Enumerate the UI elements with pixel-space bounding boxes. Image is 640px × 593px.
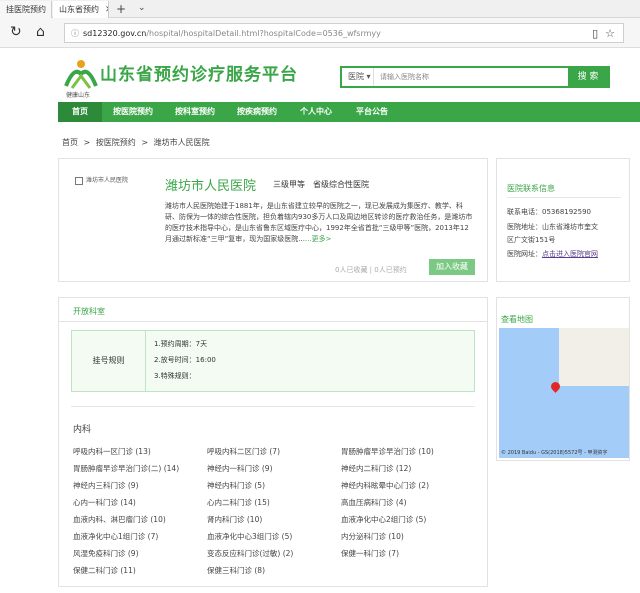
hospital-description: 潍坊市人民医院始建于1881年，是山东省建立较早的医院之一，现已发展成为集医疗、… [165, 202, 473, 243]
hospital-thumbnail: 潍坊市人民医院 [75, 175, 145, 187]
more-link[interactable]: ...更多> [305, 235, 332, 243]
website-link[interactable]: 点击进入医院官网 [542, 250, 598, 258]
departments-panel: 开放科室 挂号规则 1.预约周期：7天 2.放号时间：16:00 3.特殊规则：… [58, 297, 488, 587]
reading-view-icon[interactable]: ▯ [592, 27, 598, 40]
breadcrumb-sep: > [141, 138, 149, 147]
hospital-name: 潍坊市人民医院 [165, 179, 257, 194]
site-logo[interactable] [62, 56, 100, 94]
map-copyright: © 2019 Baidu - GS(2018)5572号 - 甲测资字 [501, 450, 608, 456]
department-link[interactable]: 神经内三科门诊 (9) [73, 480, 139, 491]
department-link[interactable]: 神经内二科门诊 (12) [341, 463, 411, 474]
contact-address: 医院地址：山东省潍坊市奎文 [507, 223, 598, 231]
rule-line: 1.预约周期：7天 [154, 340, 208, 348]
category-title: 内科 [73, 425, 92, 435]
lock-icon: ⓘ [71, 28, 79, 38]
address-bar[interactable]: ⓘ sd12320.gov.cn /hospital/hospitalDetai… [64, 23, 624, 43]
breadcrumb-by-hospital[interactable]: 按医院预约 [96, 138, 136, 147]
favorite-star-icon[interactable]: ☆ [605, 27, 615, 40]
rule-line: 3.特殊规则： [154, 372, 196, 380]
divider [507, 197, 621, 198]
tab-label: 挂医院预约 [6, 5, 46, 14]
map-land [559, 328, 629, 386]
department-link[interactable]: 变态反应科门诊(过敏) (2) [207, 548, 293, 559]
breadcrumb-home[interactable]: 首页 [62, 138, 78, 147]
nav-home[interactable]: 首页 [58, 102, 102, 122]
contact-title: 医院联系信息 [507, 184, 555, 193]
department-link[interactable]: 血液内科、淋巴瘤门诊 (10) [73, 514, 166, 525]
department-link[interactable]: 胃肠肿瘤早诊早治门诊(二) (14) [73, 463, 179, 474]
department-link[interactable]: 保健三科门诊 (8) [207, 565, 265, 576]
department-link[interactable]: 肾内科门诊 (10) [207, 514, 262, 525]
image-icon [75, 176, 83, 185]
logo-caption: 健康山东 [66, 92, 91, 99]
department-link[interactable]: 神经内科眩晕中心门诊 (2) [341, 480, 429, 491]
tab-menu-icon[interactable]: ⌄ [138, 3, 146, 13]
department-link[interactable]: 血液净化中心3组门诊 (5) [207, 531, 292, 542]
browser-tab-1[interactable]: 挂医院预约 [0, 1, 52, 18]
hospital-card: 潍坊市人民医院 潍坊市人民医院 三级甲等 省级综合性医院 潍坊市人民医院始建于1… [58, 158, 488, 282]
rules-label: 挂号规则 [72, 331, 146, 391]
department-link[interactable]: 血液净化中心2组门诊 (5) [341, 514, 426, 525]
main-nav: 首页 按医院预约 按科室预约 按疾病预约 个人中心 平台公告 [58, 102, 640, 122]
nav-by-hospital[interactable]: 按医院预约 [102, 102, 164, 122]
department-link[interactable]: 胃肠肿瘤早诊早治门诊 (10) [341, 446, 434, 457]
search-input[interactable]: 请输入医院名称 [374, 68, 568, 86]
address-path: /hospital/hospitalDetail.html?hospitalCo… [146, 28, 381, 38]
search-type-select[interactable]: 医院 ▾ [342, 68, 374, 86]
hospital-stats: 0人已收藏 | 0人已预约 [335, 266, 407, 274]
map-panel: 查看地图 © 2019 Baidu - GS(2018)5572号 - 甲测资字 [496, 297, 630, 461]
departments-title: 开放科室 [73, 307, 105, 316]
map-view[interactable]: © 2019 Baidu - GS(2018)5572号 - 甲测资字 [499, 328, 629, 458]
rule-line: 2.放号时间：16:00 [154, 356, 216, 364]
department-link[interactable]: 高血压病科门诊 (4) [341, 497, 407, 508]
site-title: 山东省预约诊疗服务平台 [100, 65, 298, 85]
department-link[interactable]: 保健二科门诊 (11) [73, 565, 136, 576]
breadcrumb-current: 潍坊市人民医院 [153, 138, 210, 147]
address-domain: sd12320.gov.cn [83, 28, 147, 38]
department-link[interactable]: 呼吸内科一区门诊 (13) [73, 446, 151, 457]
department-link[interactable]: 心内一科门诊 (14) [73, 497, 136, 508]
add-favorite-button[interactable]: 加入收藏 [429, 259, 475, 275]
browser-tab-bar: 挂医院预约 山东省预约 ✕ + ⌄ [0, 0, 640, 18]
reload-icon[interactable]: ↻ [10, 24, 22, 40]
department-link[interactable]: 神经内科门诊 (5) [207, 480, 265, 491]
map-title[interactable]: 查看地图 [501, 314, 533, 325]
home-icon[interactable]: ⌂ [36, 24, 45, 40]
nav-announcements[interactable]: 平台公告 [344, 102, 400, 122]
department-link[interactable]: 保健一科门诊 (7) [341, 548, 399, 559]
search-button[interactable]: 搜 索 [568, 68, 608, 86]
contact-panel: 医院联系信息 联系电话：05368192590 医院地址：山东省潍坊市奎文 区广… [496, 158, 630, 282]
close-tab-icon[interactable]: ✕ [105, 5, 108, 15]
contact-address-cont: 区广文街151号 [507, 236, 556, 244]
contact-phone: 联系电话：05368192590 [507, 208, 591, 216]
department-link[interactable]: 内分泌科门诊 (10) [341, 531, 404, 542]
hospital-type: 省级综合性医院 [313, 180, 369, 189]
department-link[interactable]: 风湿免疫科门诊 (9) [73, 548, 139, 559]
browser-tab-2[interactable]: 山东省预约 ✕ [53, 1, 109, 18]
nav-by-department[interactable]: 按科室预约 [164, 102, 226, 122]
hospital-level: 三级甲等 [273, 180, 305, 189]
nav-by-disease[interactable]: 按疾病预约 [226, 102, 288, 122]
department-link[interactable]: 心内二科门诊 (15) [207, 497, 270, 508]
new-tab-icon[interactable]: + [116, 2, 126, 16]
contact-website: 医院网址：点击进入医院官网 [507, 250, 598, 258]
divider [71, 406, 475, 407]
department-link[interactable]: 神经内一科门诊 (9) [207, 463, 273, 474]
tab-label: 山东省预约 [59, 5, 99, 14]
departments-header: 开放科室 [59, 298, 487, 322]
department-link[interactable]: 血液净化中心1组门诊 (7) [73, 531, 158, 542]
department-link[interactable]: 呼吸内科二区门诊 (7) [207, 446, 280, 457]
booking-rules: 挂号规则 1.预约周期：7天 2.放号时间：16:00 3.特殊规则： [71, 330, 475, 392]
breadcrumb: 首页 > 按医院预约 > 潍坊市人民医院 [62, 137, 213, 148]
nav-personal-center[interactable]: 个人中心 [288, 102, 344, 122]
browser-nav-bar: ↻ ⌂ ⓘ sd12320.gov.cn /hospital/hospitalD… [0, 18, 640, 48]
breadcrumb-sep: > [83, 138, 91, 147]
search-box: 医院 ▾ 请输入医院名称 搜 索 [340, 66, 610, 88]
